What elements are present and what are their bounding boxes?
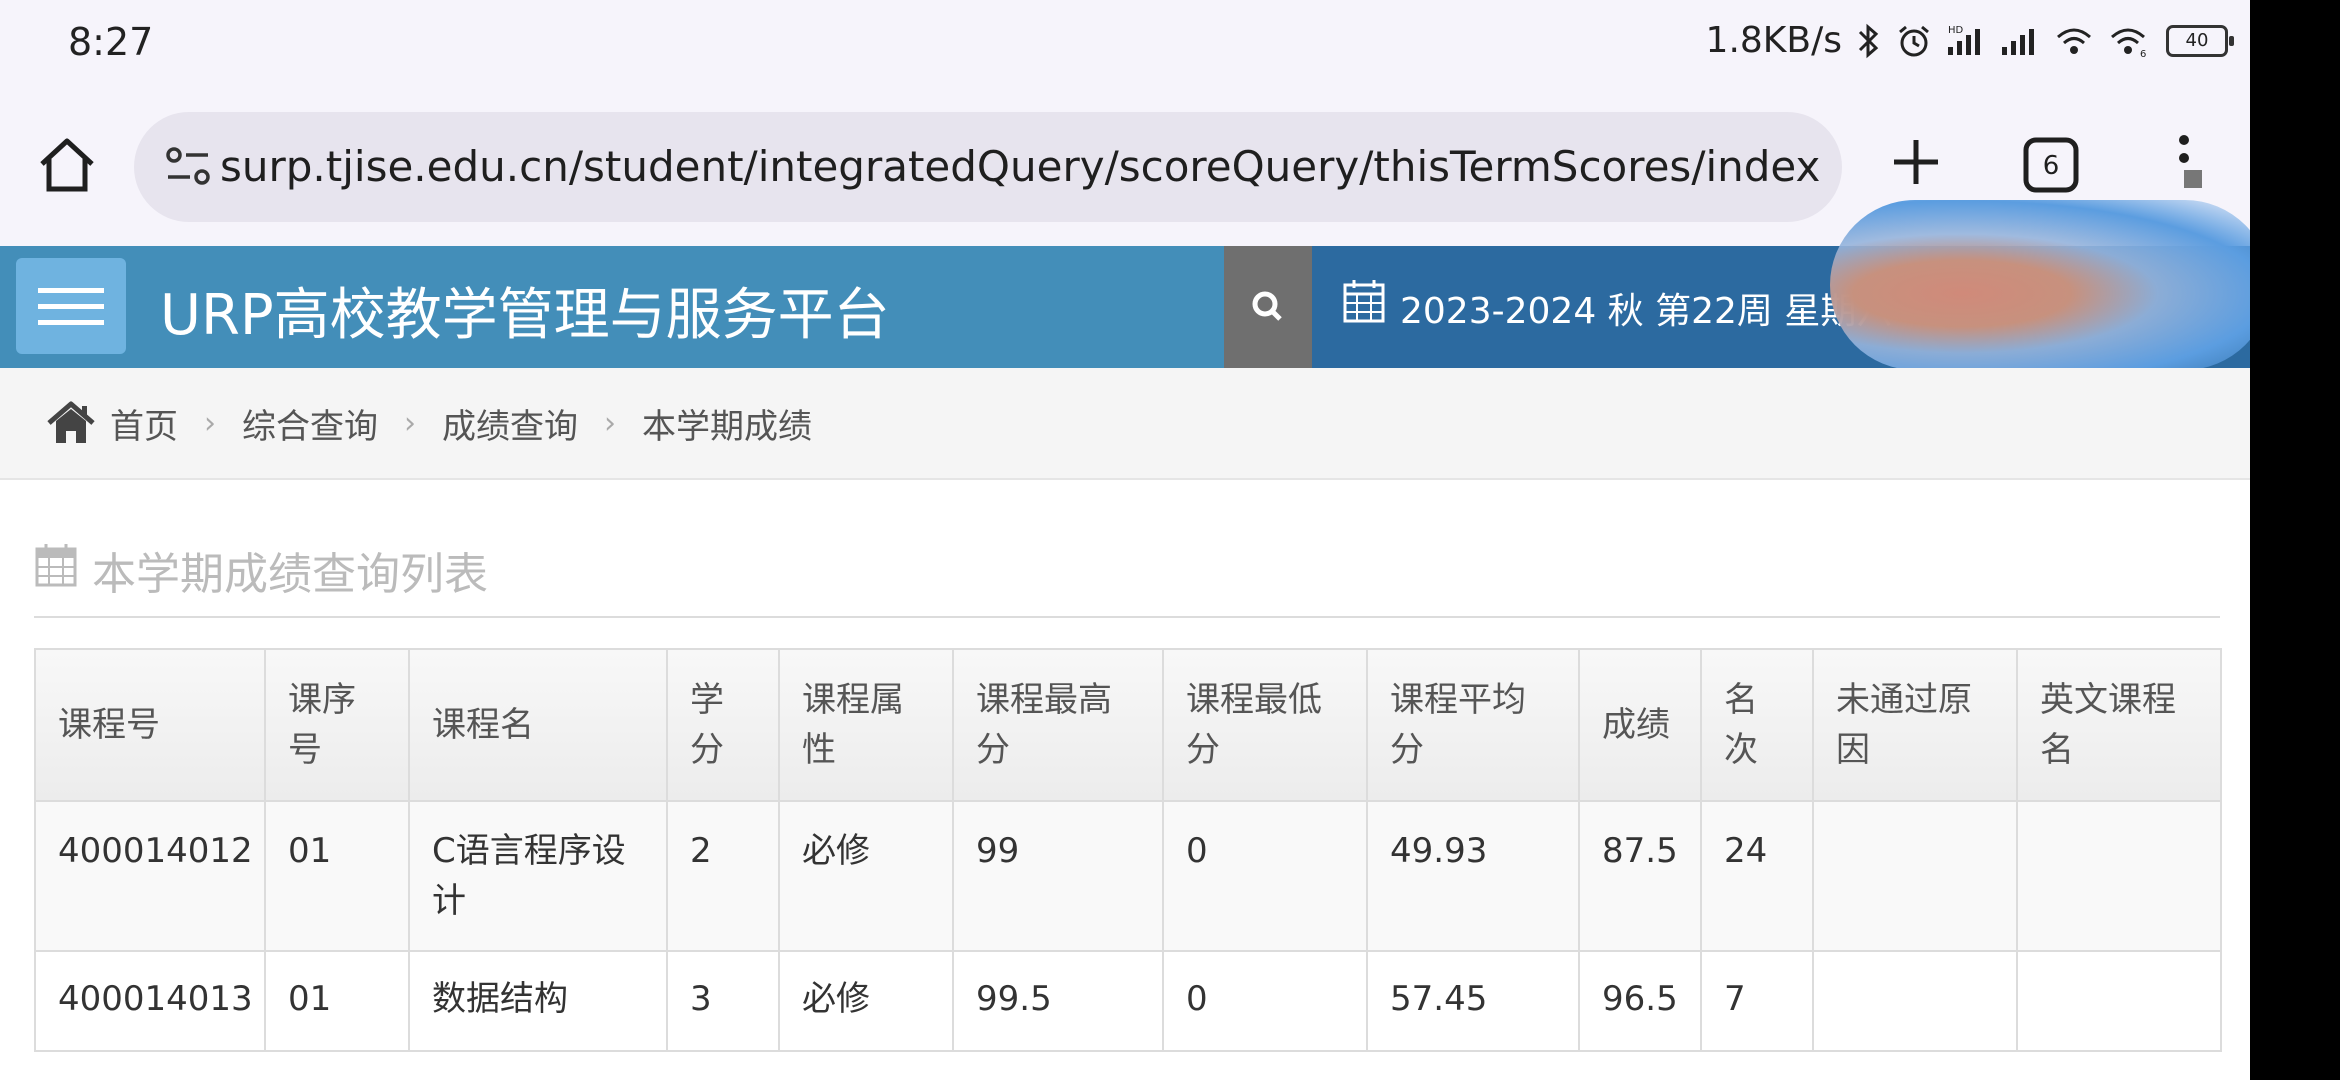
- breadcrumb-separator: ›: [404, 405, 416, 441]
- hamburger-icon-bar: [38, 320, 104, 325]
- hamburger-icon-bar: [38, 304, 104, 309]
- hd-signal-icon: HD: [1946, 21, 1986, 61]
- battery-icon: 40: [2166, 21, 2234, 61]
- cell-course-name: 数据结构: [408, 950, 668, 1052]
- cell-min-score: 0: [1162, 800, 1368, 952]
- table-row: 400014013 01 数据结构 3 必修 99.5 0 57.45 96.5…: [34, 950, 2222, 1052]
- new-tab-button[interactable]: [1884, 130, 1948, 194]
- redaction-smudge: [1830, 200, 2250, 370]
- cell-credits: 2: [666, 800, 780, 952]
- cell-course-type: 必修: [778, 950, 954, 1052]
- site-settings-icon[interactable]: [164, 144, 214, 190]
- cell-course-name: C语言程序设计: [408, 800, 668, 952]
- plus-icon: [1894, 140, 1938, 184]
- cell-rank: 7: [1700, 950, 1814, 1052]
- cell-course-id: 400014012: [34, 800, 266, 952]
- col-rank[interactable]: 名次: [1700, 648, 1814, 802]
- home-icon: [47, 401, 95, 443]
- cell-course-type: 必修: [778, 800, 954, 952]
- cell-section-id: 01: [264, 950, 410, 1052]
- breadcrumb-separator: ›: [604, 405, 616, 441]
- col-section-id[interactable]: 课序号: [264, 648, 410, 802]
- search-button[interactable]: [1224, 246, 1312, 368]
- cell-fail-reason: [1812, 800, 2018, 952]
- term-label: 2023-2024 秋 第22周 星期六: [1400, 291, 1893, 332]
- menu-toggle-button[interactable]: [16, 258, 126, 354]
- col-english-name[interactable]: 英文课程名: [2016, 648, 2222, 802]
- breadcrumb: 首页 › 综合查询 › 成绩查询 › 本学期成绩: [0, 368, 2250, 480]
- phone-screen: 8:27 1.8KB/s HD 6 40 surp.tjise.edu.cn/s…: [0, 0, 2250, 1080]
- bluetooth-icon: [1856, 21, 1882, 61]
- cell-rank: 24: [1700, 800, 1814, 952]
- wifi-icon: [2054, 21, 2094, 61]
- tab-switcher-button[interactable]: 6: [2020, 132, 2084, 196]
- status-icons: 1.8KB/s HD 6 40: [1705, 20, 2234, 61]
- app-title: URP高校教学管理与服务平台: [160, 283, 890, 348]
- col-credits[interactable]: 学分: [666, 648, 780, 802]
- col-course-name[interactable]: 课程名: [408, 648, 668, 802]
- col-avg-score[interactable]: 课程平均分: [1366, 648, 1580, 802]
- table-header-row: 课程号 课序号 课程名 学分 课程属性 课程最高分 课程最低分 课程平均分 成绩…: [34, 648, 2222, 802]
- cell-max-score: 99.5: [952, 950, 1164, 1052]
- signal-icon: [2000, 21, 2040, 61]
- status-time: 8:27: [68, 20, 154, 64]
- cell-max-score: 99: [952, 800, 1164, 952]
- col-fail-reason[interactable]: 未通过原因: [1812, 648, 2018, 802]
- col-course-id[interactable]: 课程号: [34, 648, 266, 802]
- home-icon: [40, 138, 94, 192]
- address-bar[interactable]: surp.tjise.edu.cn/student/integratedQuer…: [134, 112, 1842, 222]
- cell-english-name: [2016, 800, 2222, 952]
- cell-fail-reason: [1812, 950, 2018, 1052]
- browser-menu-button[interactable]: [2170, 130, 2210, 200]
- col-max-score[interactable]: 课程最高分: [952, 648, 1164, 802]
- wifi-6-icon: 6: [2108, 21, 2152, 61]
- section-header: 本学期成绩查询列表: [34, 528, 2220, 618]
- tab-count: 6: [2043, 151, 2060, 181]
- breadcrumb-integrated-query[interactable]: 综合查询: [242, 399, 378, 448]
- status-bar: 8:27 1.8KB/s HD 6 40: [0, 0, 2250, 90]
- calendar-icon: [1342, 278, 1386, 324]
- battery-level: 40: [2166, 24, 2234, 57]
- alarm-icon: [1896, 21, 1932, 61]
- cell-english-name: [2016, 950, 2222, 1052]
- network-speed: 1.8KB/s: [1705, 20, 1842, 61]
- cell-section-id: 01: [264, 800, 410, 952]
- cell-score: 87.5: [1578, 800, 1702, 952]
- tabs-icon: 6: [2023, 137, 2079, 193]
- calendar-icon: [35, 544, 77, 587]
- cell-avg-score: 49.93: [1366, 800, 1580, 952]
- search-icon: [1252, 291, 1282, 321]
- breadcrumb-separator: ›: [204, 405, 216, 441]
- home-button[interactable]: [34, 132, 100, 198]
- breadcrumb-home[interactable]: 首页: [110, 399, 178, 448]
- table-row: 400014012 01 C语言程序设计 2 必修 99 0 49.93 87.…: [34, 800, 2222, 952]
- cell-course-id: 400014013: [34, 950, 266, 1052]
- url-text[interactable]: surp.tjise.edu.cn/student/integratedQuer…: [220, 142, 1820, 191]
- score-table-container: 课程号 课序号 课程名 学分 课程属性 课程最高分 课程最低分 课程平均分 成绩…: [34, 648, 2222, 1052]
- cell-score: 96.5: [1578, 950, 1702, 1052]
- col-course-type[interactable]: 课程属性: [778, 648, 954, 802]
- col-min-score[interactable]: 课程最低分: [1162, 648, 1368, 802]
- hamburger-icon-bar: [38, 288, 104, 293]
- more-vert-icon: [2179, 135, 2202, 188]
- score-table: 课程号 课序号 课程名 学分 课程属性 课程最高分 课程最低分 课程平均分 成绩…: [34, 648, 2222, 1052]
- svg-text:HD: HD: [1948, 25, 1964, 36]
- cell-credits: 3: [666, 950, 780, 1052]
- svg-text:6: 6: [2140, 49, 2146, 59]
- col-score[interactable]: 成绩: [1578, 648, 1702, 802]
- breadcrumb-current: 本学期成绩: [642, 406, 812, 447]
- section-title: 本学期成绩查询列表: [92, 549, 488, 600]
- breadcrumb-score-query[interactable]: 成绩查询: [442, 399, 578, 448]
- cell-avg-score: 57.45: [1366, 950, 1580, 1052]
- cell-min-score: 0: [1162, 950, 1368, 1052]
